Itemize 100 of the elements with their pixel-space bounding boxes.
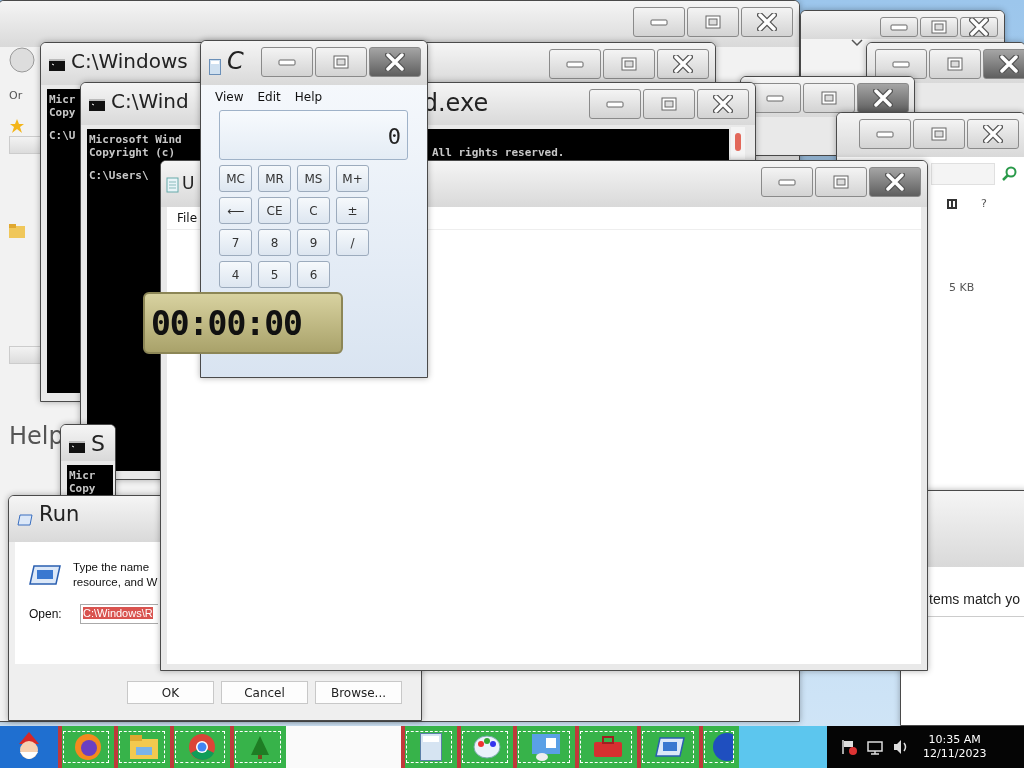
sidebar-row[interactable]	[9, 136, 43, 154]
calculator-display: 0	[219, 110, 408, 160]
run-icon	[17, 514, 33, 526]
minimize-icon	[606, 100, 624, 108]
speaker-icon[interactable]	[893, 739, 909, 755]
maximize-icon	[931, 127, 947, 141]
browser-icon	[74, 733, 102, 761]
maximize-button[interactable]	[643, 89, 695, 119]
taskbar-app[interactable]	[230, 726, 286, 768]
menu-item[interactable]: Help	[294, 90, 323, 104]
close-button[interactable]	[741, 7, 793, 37]
taskbar-app[interactable]	[513, 726, 575, 768]
results-message: tems match yo	[929, 591, 1021, 607]
close-icon	[713, 95, 733, 113]
close-icon	[969, 18, 989, 36]
calculator-key[interactable]: ±	[336, 197, 369, 224]
search-field[interactable]	[931, 163, 995, 185]
taskbar-app[interactable]	[114, 726, 170, 768]
close-button[interactable]	[369, 47, 421, 77]
calculator-key[interactable]: 9	[297, 229, 330, 256]
help-glyph[interactable]: ?	[981, 197, 987, 210]
toolbox-icon	[593, 736, 623, 758]
console-icon	[89, 99, 105, 111]
close-icon	[983, 125, 1003, 143]
menu-item[interactable]: Edit	[257, 90, 281, 104]
console-line: C:\Users\	[89, 169, 149, 182]
taskbar-app[interactable]	[637, 726, 699, 768]
maximize-icon	[705, 15, 721, 29]
close-icon	[385, 53, 405, 71]
window-title: C	[227, 47, 244, 76]
maximize-button[interactable]	[913, 119, 965, 149]
menu-item[interactable]: View	[215, 90, 244, 104]
close-button[interactable]	[960, 17, 998, 37]
calculator-key[interactable]: ⟵	[219, 197, 252, 224]
close-button[interactable]	[869, 167, 921, 197]
close-icon	[757, 13, 777, 31]
calculator-key[interactable]: 6	[297, 261, 330, 288]
close-button[interactable]	[657, 49, 709, 79]
close-button[interactable]	[857, 83, 909, 113]
chevron-down-icon[interactable]	[851, 39, 863, 47]
description-text: resource, and W	[73, 575, 158, 590]
window-title: S	[91, 431, 105, 458]
maximize-button[interactable]	[815, 167, 867, 197]
close-icon	[885, 173, 905, 191]
dialog-button[interactable]: Cancel	[221, 681, 308, 704]
calculator-key[interactable]: 8	[258, 229, 291, 256]
calculator-icon	[420, 733, 442, 761]
console-icon	[49, 59, 65, 71]
open-field[interactable]: C:\Windows\R	[80, 604, 158, 624]
minimize-icon	[566, 60, 584, 68]
taskbar-app[interactable]	[58, 726, 114, 768]
calculator-key[interactable]: MS	[297, 165, 330, 192]
start-button[interactable]	[0, 726, 58, 768]
pane-icon[interactable]	[947, 198, 957, 209]
round-logo-icon	[188, 733, 216, 761]
taskbar-app[interactable]	[401, 726, 457, 768]
minimize-icon	[890, 23, 908, 31]
minimize-icon	[892, 60, 910, 68]
calculator-key[interactable]: 7	[219, 229, 252, 256]
minimize-icon	[650, 18, 668, 26]
star-icon	[9, 118, 25, 134]
flag-icon[interactable]	[841, 739, 857, 755]
calculator-key[interactable]: 5	[258, 261, 291, 288]
maximize-button[interactable]	[315, 47, 367, 77]
tree-icon	[250, 735, 270, 759]
calculator-key[interactable]: C	[297, 197, 330, 224]
network-icon[interactable]	[867, 739, 883, 755]
calculator-key[interactable]: /	[336, 229, 369, 256]
taskbar-app[interactable]	[170, 726, 230, 768]
calculator-key[interactable]: MR	[258, 165, 291, 192]
taskbar-app[interactable]	[457, 726, 513, 768]
window-title: Run	[39, 502, 80, 528]
maximize-icon	[931, 20, 947, 34]
stopwatch-time: 00:00:00	[151, 303, 302, 343]
maximize-button[interactable]	[920, 17, 958, 37]
calculator-icon	[209, 59, 221, 75]
taskbar-app[interactable]	[575, 726, 637, 768]
dialog-button[interactable]: OK	[127, 681, 214, 704]
dialog-button[interactable]: Browse...	[315, 681, 402, 704]
close-button[interactable]	[697, 89, 749, 119]
close-button[interactable]	[967, 119, 1019, 149]
minimize-button[interactable]	[875, 49, 927, 79]
calculator-key[interactable]: 4	[219, 261, 252, 288]
menu-item[interactable]: File	[177, 211, 198, 225]
search-icon[interactable]	[1001, 166, 1017, 182]
taskbar-app[interactable]	[699, 726, 739, 768]
minimize-button[interactable]	[549, 49, 601, 79]
calculator-key[interactable]: MC	[219, 165, 252, 192]
maximize-button[interactable]	[687, 7, 739, 37]
window-title: U	[182, 173, 195, 194]
calculator-key[interactable]: M+	[336, 165, 369, 192]
console-line: Micr	[49, 93, 76, 106]
minimize-icon	[766, 94, 784, 102]
close-button[interactable]	[983, 49, 1024, 79]
scrollbar[interactable]	[731, 127, 745, 159]
calculator-key[interactable]: CE	[258, 197, 291, 224]
console-line: Copy	[49, 106, 76, 119]
folder-icon	[9, 224, 25, 238]
maximize-button[interactable]	[603, 49, 655, 79]
sidebar-row[interactable]	[9, 346, 43, 364]
